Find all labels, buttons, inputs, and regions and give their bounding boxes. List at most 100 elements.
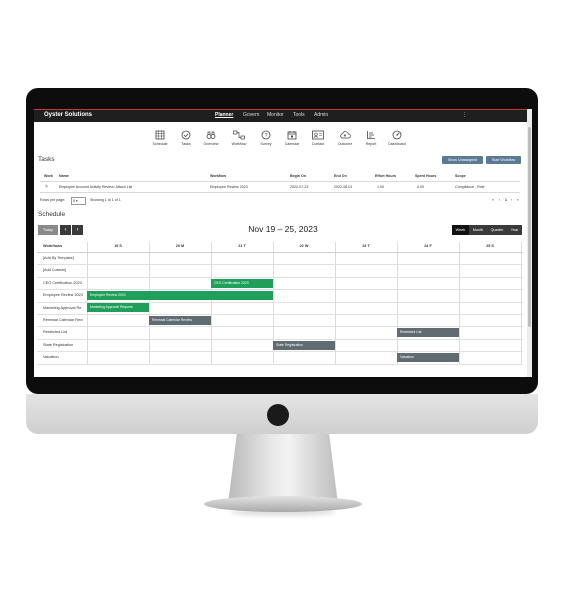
task-spent: 0.00 — [417, 185, 424, 189]
svg-text:?: ? — [264, 133, 267, 139]
view-week[interactable]: Week — [452, 225, 469, 235]
grid-line — [37, 351, 523, 352]
pager-page[interactable]: 1 — [505, 198, 507, 202]
col-spent: Spent Hours — [415, 174, 437, 178]
schedule-event[interactable]: Restricted List — [397, 328, 459, 338]
day-header: 23 T — [362, 244, 370, 248]
grid-line — [37, 276, 523, 278]
workflow-row-label[interactable]: Restricted List — [43, 330, 89, 334]
rows-per-page-value: 5 — [73, 199, 75, 203]
toolbar-contact-label: Contact — [311, 142, 325, 146]
day-header: 21 T — [238, 244, 246, 248]
pager-first[interactable]: « — [492, 198, 494, 202]
workflow-row-label[interactable]: [Add Custom] — [43, 268, 89, 272]
contact-card-icon — [312, 130, 324, 140]
showing-count: Showing 1 to 1 of 1 — [90, 198, 121, 202]
monitor-stand-base — [204, 496, 362, 512]
monitor-stand-neck — [228, 434, 338, 504]
grid-line — [37, 252, 523, 253]
grid-line — [521, 242, 522, 364]
accent-line — [34, 109, 532, 110]
day-header: 25 S — [486, 244, 494, 248]
workflow-row-label[interactable]: Marketing Approval Re — [43, 306, 89, 310]
schedule-event[interactable]: Valuation — [397, 352, 459, 362]
task-name[interactable]: Employee Account Activity Review: Attach… — [59, 185, 132, 189]
brand-name: Oyster Solutions — [44, 112, 93, 118]
grid-line — [37, 264, 523, 265]
view-month[interactable]: Month — [469, 225, 487, 235]
toolbar-workflow[interactable]: Workflow — [224, 130, 254, 146]
grid-line — [37, 314, 523, 315]
grid-line — [211, 242, 212, 364]
nav-admin[interactable]: Admin — [314, 112, 328, 118]
schedule-event[interactable]: CEO Certification 2023 — [211, 278, 273, 288]
schedule-event[interactable]: State Registration — [273, 340, 335, 350]
nav-tools[interactable]: Tools — [293, 112, 305, 118]
workflow-row-label[interactable]: Renewal Calendar Revi — [43, 318, 89, 322]
view-year[interactable]: Year — [507, 225, 522, 235]
task-workflow: Employee Review 2023 — [210, 185, 248, 189]
col-end: End On — [334, 174, 347, 178]
divider — [40, 192, 520, 193]
col-workflows: Workflows — [43, 244, 63, 248]
toolbar-overview-label: Overview — [203, 142, 219, 146]
target-icon[interactable]: ◎ — [45, 184, 48, 188]
grid-line — [335, 242, 336, 364]
apple-logo-icon — [267, 404, 289, 426]
pager-prev[interactable]: ‹ — [499, 198, 500, 202]
day-header: 24 F — [424, 244, 432, 248]
grid-line — [37, 301, 523, 303]
grid-line — [459, 242, 460, 364]
workflow-row-label[interactable]: Valuation — [43, 355, 89, 359]
kebab-menu-icon[interactable]: ⋮ — [462, 112, 467, 118]
toolbar-dashboard-label: Dashboard — [388, 142, 406, 146]
col-workflow: Workflow — [210, 174, 227, 178]
grid-line — [37, 363, 523, 365]
binoculars-icon — [206, 131, 216, 139]
rows-per-page-label: Rows per page: — [40, 198, 66, 202]
toolbar-dashboard[interactable]: Dashboard — [382, 130, 412, 146]
table-row[interactable]: ◎ Employee Account Activity Review: Atta… — [34, 182, 532, 192]
tasks-title: Tasks — [38, 156, 55, 163]
nav-govern[interactable]: Govern — [243, 112, 259, 118]
toolbar-overview[interactable]: Overview — [196, 130, 226, 146]
grid-line — [37, 338, 523, 340]
toolbar-contact[interactable]: Contact — [303, 130, 333, 146]
report-bars-icon — [367, 131, 375, 139]
col-effort: Effort Hours — [375, 174, 396, 178]
view-quarter[interactable]: Quarter — [487, 225, 507, 235]
col-name: Name — [59, 174, 69, 178]
pager-last[interactable]: » — [517, 198, 519, 202]
top-navbar: Oyster Solutions Planner Govern Monitor … — [34, 109, 532, 122]
workflow-row-label[interactable]: Employee Review 2023 — [43, 293, 89, 297]
nav-monitor[interactable]: Monitor — [267, 112, 284, 118]
schedule-event[interactable]: Marketing Approval Request — [87, 303, 149, 313]
workflow-row-label[interactable]: CEO Certification 2023 — [43, 281, 89, 285]
day-header: 22 W — [299, 244, 309, 248]
col-begin: Begin On — [290, 174, 306, 178]
calendar-grid-icon — [155, 130, 165, 140]
schedule-title: Schedule — [38, 211, 66, 218]
rows-per-page-select[interactable]: 5 ▾ — [71, 197, 86, 205]
check-circle-icon — [181, 130, 191, 140]
show-unassigned-button[interactable]: Show Unassigned — [442, 156, 483, 164]
grid-line — [37, 326, 523, 327]
nav-planner[interactable]: Planner — [215, 112, 233, 118]
schedule-grid: Workflows 19 S 20 M 21 T 22 W 23 T 24 F 25 S [Ad… — [37, 242, 523, 366]
task-scope: Compliance - Role — [455, 185, 485, 189]
task-begin: 2022-07-23 — [290, 185, 309, 189]
grid-line — [37, 289, 523, 290]
pager-next[interactable]: › — [511, 198, 512, 202]
schedule-event[interactable]: Employee Review 2023 — [87, 290, 273, 300]
scrollbar[interactable] — [527, 109, 532, 377]
grid-line — [397, 242, 398, 364]
day-header: 20 M — [175, 244, 185, 248]
scrollbar-thumb[interactable] — [528, 127, 531, 327]
task-effort: 1.00 — [377, 185, 384, 189]
workflow-row-label[interactable]: [Add By Template] — [43, 256, 89, 260]
start-workflow-button[interactable]: Start Workflow — [486, 156, 521, 164]
schedule-event[interactable]: Renewal Calendar Review — [149, 315, 211, 325]
workflow-row-label[interactable]: State Registration — [43, 343, 89, 347]
day-header: 19 S — [114, 244, 122, 248]
workflow-icon — [233, 130, 245, 140]
